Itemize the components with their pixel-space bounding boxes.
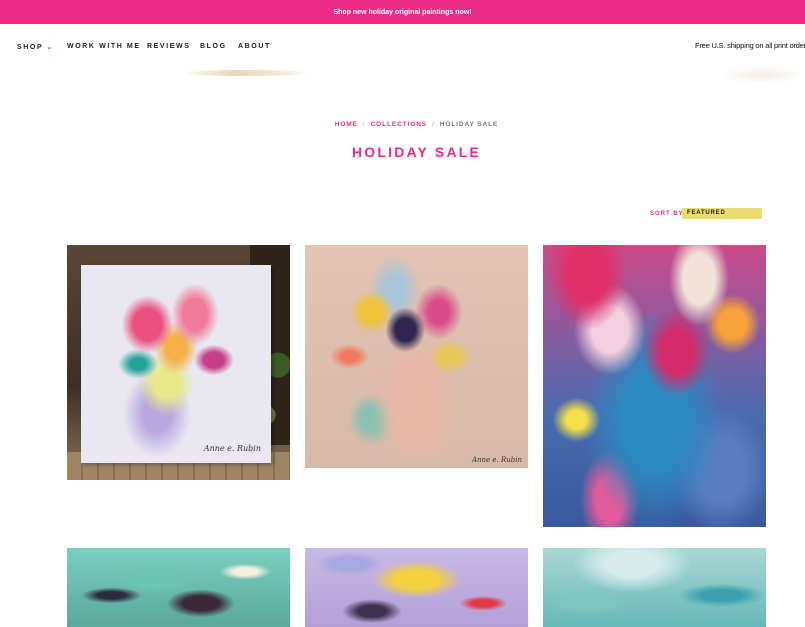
nav-item-about[interactable]: ABOUT xyxy=(238,43,271,50)
painting-canvas: Anne e. Rubin xyxy=(81,265,271,463)
nav-item-blog[interactable]: BLOG xyxy=(200,43,227,50)
product-card-2[interactable]: Anne e. Rubin xyxy=(305,245,528,468)
nav-item-label: ABOUT xyxy=(238,43,271,50)
decorative-brush-stroke xyxy=(180,70,310,76)
nav-item-label: SHOP xyxy=(17,43,44,51)
nav-item-shop[interactable]: SHOP ⌄ xyxy=(17,43,53,52)
artist-signature: Anne e. Rubin xyxy=(471,456,522,464)
breadcrumb-separator: / xyxy=(432,121,435,128)
decorative-brush-stroke xyxy=(720,66,805,84)
product-card-1[interactable]: Anne e. Rubin xyxy=(67,245,290,480)
breadcrumb-current: HOLIDAY SALE xyxy=(439,121,499,128)
product-card-3[interactable] xyxy=(543,245,766,527)
main-nav: SHOP ⌄ WORK WITH ME REVIEWS BLOG ABOUT F… xyxy=(0,24,805,72)
nav-item-label: REVIEWS xyxy=(147,43,191,50)
nav-item-label: WORK WITH ME xyxy=(67,43,141,50)
product-card-6[interactable] xyxy=(543,548,766,627)
breadcrumb-separator: / xyxy=(362,121,366,128)
chevron-down-icon: ⌄ xyxy=(46,44,53,51)
page-title: HOLIDAY SALE xyxy=(351,144,482,160)
shipping-note: Free U.S. shipping on all print orders o… xyxy=(695,41,805,50)
nav-item-label: BLOG xyxy=(200,43,227,50)
sort-select[interactable]: FEATURED xyxy=(682,208,762,219)
artist-signature: Anne e. Rubin xyxy=(203,444,261,453)
product-card-4[interactable] xyxy=(67,548,290,627)
announcement-text[interactable]: Shop new holiday original paintings now! xyxy=(333,9,471,16)
announcement-bar[interactable]: Shop new holiday original paintings now! xyxy=(0,0,805,24)
nav-item-reviews[interactable]: REVIEWS xyxy=(147,43,190,50)
breadcrumb-home[interactable]: HOME xyxy=(335,121,358,128)
product-card-5[interactable] xyxy=(305,548,528,627)
nav-item-work-with-me[interactable]: WORK WITH ME xyxy=(67,43,141,50)
sort-label: SORT BY: xyxy=(650,211,687,217)
breadcrumb-collections[interactable]: COLLECTIONS xyxy=(371,121,427,128)
breadcrumb: HOME / COLLECTIONS / HOLIDAY SALE xyxy=(0,121,805,128)
